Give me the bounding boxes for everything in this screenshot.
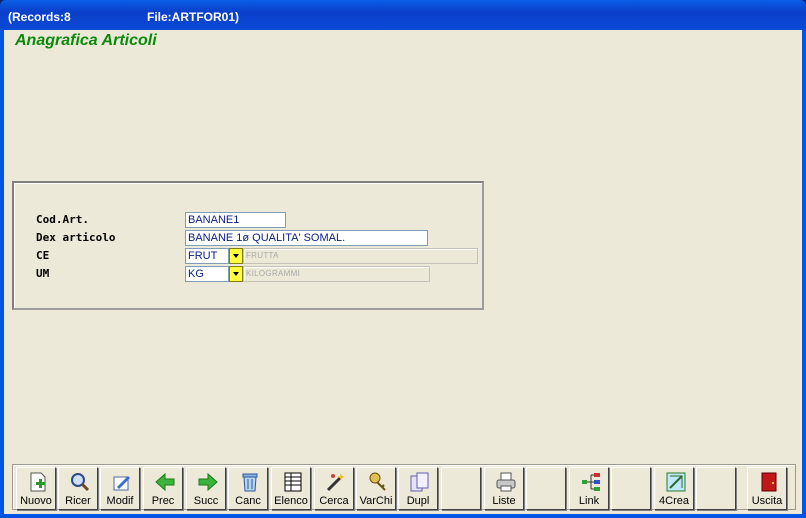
toolbar-button-elenco[interactable]: Elenco [271,467,311,510]
application-window: (Records:8 File:ARTFOR01) Anagrafica Art… [0,0,806,518]
new-document-icon [27,471,49,493]
arrow-right-icon [197,471,219,493]
form-client-area: Anagrafica Articoli Cod.Art. BANANE1 Dex… [4,30,802,514]
toolbar-button-label: Nuovo [20,495,52,507]
toolbar-button-empty-12[interactable] [526,467,566,510]
cod-art-label: Cod.Art. [36,213,89,226]
toolbar-button-empty-14[interactable] [611,467,651,510]
ce-dropdown-button[interactable] [229,248,243,264]
toolbar-button-empty-16[interactable] [696,467,736,510]
edit-icon [111,471,133,493]
ce-description: FRUTTA [243,248,478,264]
dex-articolo-label: Dex articolo [36,231,116,244]
toolbar-button-label: Canc [235,495,261,507]
link-tree-icon [580,471,602,493]
toolbar-button-liste[interactable]: Liste [484,467,524,510]
title-bar[interactable]: (Records:8 File:ARTFOR01) [0,0,806,30]
toolbar-button-dupl[interactable]: Dupl [398,467,438,510]
toolbar-button-nuovo[interactable]: Nuovo [16,467,56,510]
cod-art-input[interactable]: BANANE1 [185,212,286,228]
printer-icon [495,471,517,493]
um-dropdown-button[interactable] [229,266,243,282]
search-icon [69,471,91,493]
toolbar-button-label: 4Crea [659,495,689,507]
toolbar-button-link[interactable]: Link [569,467,609,510]
records-count: (Records:8 [8,10,71,24]
toolbar-button-label: VarChi [359,495,393,507]
um-description: KILOGRAMMI [243,266,430,282]
toolbar-button-label: Cerca [319,495,349,507]
form-title: Anagrafica Articoli [15,32,157,49]
toolbar-button-uscita[interactable]: Uscita [747,467,787,510]
toolbar-button-label: Prec [151,495,175,507]
keys-icon [367,471,389,493]
toolbar-button-cerca[interactable]: Cerca [314,467,354,510]
toolbar-button-modif[interactable]: Modif [100,467,140,510]
toolbar-button-label: Ricer [65,495,91,507]
toolbar-button-label: Succ [193,495,219,507]
table-icon [282,471,304,493]
file-name: File:ARTFOR01) [147,10,240,24]
toolbar-button-empty-10[interactable] [441,467,481,510]
toolbar-button-succ[interactable]: Succ [186,467,226,510]
trash-icon [239,471,261,493]
toolbar-button-label: Uscita [751,495,783,507]
toolbar-button-canc[interactable]: Canc [228,467,268,510]
exit-door-icon [758,471,780,493]
magic-wand-icon [325,471,347,493]
ce-label: CE [36,249,50,262]
duplicate-icon [409,471,431,493]
dex-articolo-input[interactable]: BANANE 1ø QUALITA' SOMAL. [185,230,428,246]
toolbar-button-4crea[interactable]: 4Crea [654,467,694,510]
toolbar-button-label: Dupl [406,495,430,507]
create-icon [665,471,687,493]
toolbar-button-prec[interactable]: Prec [143,467,183,510]
toolbar-button-varchi[interactable]: VarChi [356,467,396,510]
toolbar-button-label: Liste [492,495,516,507]
toolbar-button-label: Link [578,495,600,507]
toolbar-button-label: Modif [106,495,134,507]
arrow-left-icon [154,471,176,493]
um-label: UM [36,267,50,280]
um-input[interactable]: KG [185,266,229,282]
ce-input[interactable]: FRUT [185,248,229,264]
toolbar-button-ricer[interactable]: Ricer [58,467,98,510]
toolbar-button-label: Elenco [274,495,308,507]
